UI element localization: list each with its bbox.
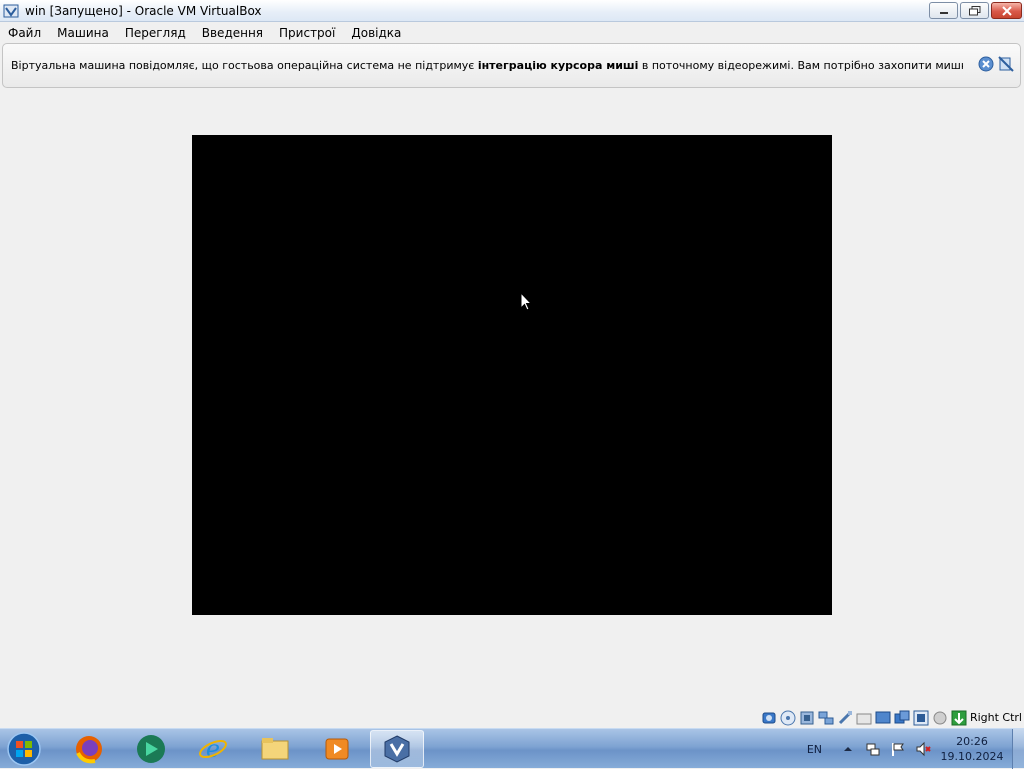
clock-date: 19.10.2024 [940, 750, 1004, 763]
svg-text:e: e [206, 735, 220, 763]
menu-machine[interactable]: Машина [49, 26, 117, 40]
window-controls [929, 2, 1022, 19]
mouse-integration-notice: Віртуальна машина повідомляє, що гостьов… [2, 43, 1021, 88]
vm-display-area [0, 89, 1024, 707]
vm-status-bar: Right Ctrl [0, 707, 1024, 728]
taskbar-file-explorer[interactable] [248, 730, 302, 768]
restore-button[interactable] [960, 2, 989, 19]
usb-icon[interactable] [837, 710, 853, 726]
show-hidden-icons-icon[interactable] [840, 741, 856, 757]
taskbar-firefox[interactable] [62, 730, 116, 768]
audio-icon[interactable] [799, 710, 815, 726]
menu-input[interactable]: Введення [194, 26, 271, 40]
mute-notice-icon[interactable] [998, 56, 1014, 72]
minimize-button[interactable] [929, 2, 958, 19]
notice-text-before: Віртуальна машина повідомляє, що гостьов… [11, 59, 478, 72]
mouse-integration-icon[interactable] [951, 710, 967, 726]
menu-bar: Файл Машина Перегляд Введення Пристрої Д… [0, 22, 1024, 43]
file-explorer-icon [261, 738, 289, 760]
media-player-icon [325, 738, 349, 760]
action-center-flag-icon[interactable] [890, 741, 906, 757]
menu-file[interactable]: Файл [0, 26, 49, 40]
menu-help[interactable]: Довідка [343, 26, 409, 40]
title-bar: win [Запущено] - Oracle VM VirtualBox [0, 0, 1024, 22]
start-button[interactable] [4, 730, 44, 768]
hard-disk-icon[interactable] [761, 710, 777, 726]
close-icon [1001, 5, 1012, 16]
notice-text-after: в поточному відеорежимі. Вам потрібно за… [641, 59, 963, 72]
shared-folders-icon[interactable] [856, 710, 872, 726]
optical-disk-icon[interactable] [780, 710, 796, 726]
taskbar-browser[interactable] [124, 730, 178, 768]
volume-muted-icon[interactable] [915, 741, 931, 757]
close-button[interactable] [991, 2, 1022, 19]
virtualbox-app-icon[interactable] [3, 3, 19, 19]
menu-view[interactable]: Перегляд [117, 26, 194, 40]
display-icon[interactable] [875, 710, 891, 726]
internet-explorer-icon: e [199, 735, 227, 763]
clock-time: 20:26 [956, 735, 988, 748]
browser-icon [137, 735, 165, 763]
minimize-icon [939, 11, 948, 14]
taskbar-media-player[interactable] [310, 730, 364, 768]
system-tray: EN 20:26 19.10.2024 [807, 729, 1024, 769]
menu-devices[interactable]: Пристрої [271, 26, 343, 40]
network-tray-icon[interactable] [865, 741, 881, 757]
vm-screen[interactable] [192, 135, 832, 615]
window-title: win [Запущено] - Oracle VM VirtualBox [25, 3, 262, 18]
virtualbox-icon [384, 735, 410, 763]
network-icon[interactable] [818, 710, 834, 726]
firefox-icon [76, 736, 102, 764]
taskbar-virtualbox[interactable] [370, 730, 424, 768]
restore-icon [968, 5, 980, 15]
video-capture-icon[interactable] [913, 710, 929, 726]
language-indicator[interactable]: EN [807, 743, 822, 756]
notice-text: Віртуальна машина повідомляє, що гостьов… [3, 59, 963, 72]
clock[interactable]: 20:26 19.10.2024 [940, 734, 1004, 764]
mouse-pointer-icon [520, 292, 532, 311]
notice-text-bold: інтеграцію курсора миші [477, 59, 639, 72]
windows-start-icon [7, 732, 41, 766]
capture-icon[interactable] [894, 710, 910, 726]
close-notice-icon[interactable] [978, 56, 994, 72]
taskbar: e EN 20:26 19.10.2024 [0, 728, 1024, 769]
cpu-icon[interactable] [932, 710, 948, 726]
host-key-label[interactable]: Right Ctrl [970, 711, 1022, 724]
taskbar-internet-explorer[interactable]: e [186, 730, 240, 768]
show-desktop-button[interactable] [1012, 729, 1024, 769]
